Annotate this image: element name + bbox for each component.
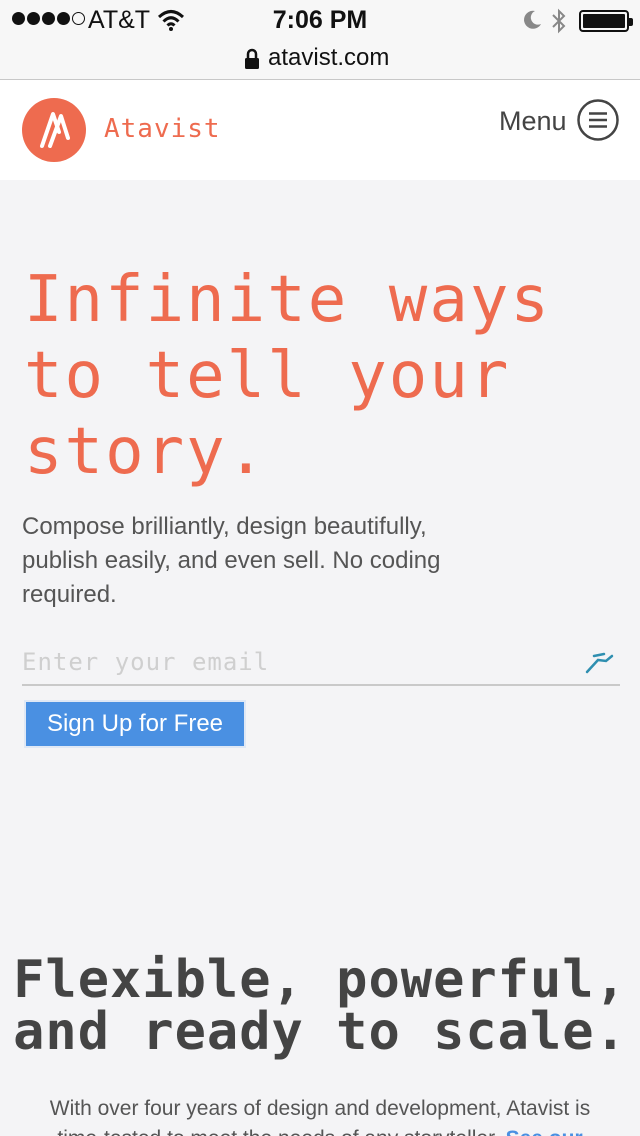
section-title-line: and ready to scale. <box>13 1002 627 1062</box>
autofill-icon[interactable] <box>584 650 614 679</box>
section-title-line: Flexible, powerful, <box>13 950 627 1010</box>
status-bar: AT&T 7:06 PM <box>0 0 640 40</box>
email-field[interactable] <box>22 640 620 686</box>
site-header: Atavist Menu <box>0 80 640 180</box>
hero-subtitle-line: Compose brilliantly, design beautifully, <box>22 513 427 540</box>
clock: 7:06 PM <box>272 6 368 34</box>
hero-subtitle: Compose brilliantly, design beautifully,… <box>22 510 492 612</box>
section-title: Flexible, powerful, and ready to scale. <box>0 954 640 1058</box>
lock-icon <box>244 48 260 75</box>
hamburger-menu-icon[interactable] <box>576 98 620 147</box>
hero-title-line: story. <box>24 415 268 489</box>
hero-title-line: to tell your <box>24 339 511 413</box>
hero-subtitle-line: required. <box>22 581 117 608</box>
url-text[interactable]: atavist.com <box>268 44 389 72</box>
menu-label[interactable]: Menu <box>499 106 567 137</box>
browser-url-bar[interactable]: atavist.com <box>0 40 640 80</box>
section-body: With over four years of design and devel… <box>0 1094 640 1136</box>
hero-title-line: Infinite ways <box>24 263 551 337</box>
hero-subtitle-line: publish easily, and even sell. No coding <box>22 547 441 574</box>
section-body-line: time-tested to meet the needs of any sto… <box>57 1127 499 1136</box>
hero-title: Infinite ways to tell your story. <box>24 262 624 490</box>
see-our-link[interactable]: See our <box>506 1127 583 1136</box>
bluetooth-icon <box>550 7 568 40</box>
atavist-logo-icon[interactable] <box>22 98 86 162</box>
moon-icon <box>520 8 544 37</box>
brand-name[interactable]: Atavist <box>104 114 221 144</box>
section-body-line: With over four years of design and devel… <box>49 1097 591 1120</box>
signup-button[interactable]: Sign Up for Free <box>24 700 246 748</box>
battery-icon <box>579 10 633 32</box>
